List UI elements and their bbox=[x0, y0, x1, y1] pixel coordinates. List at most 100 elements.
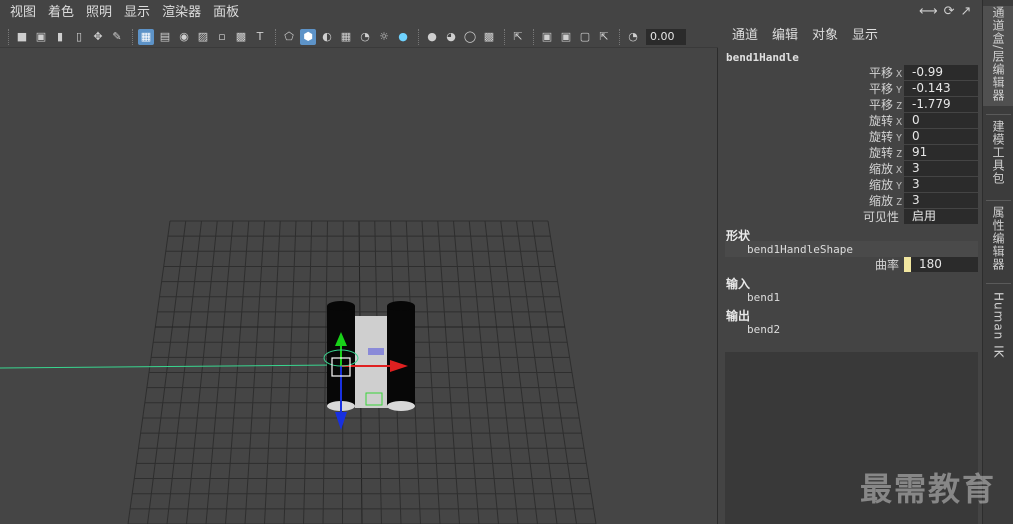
attr-value-field[interactable]: 0 bbox=[904, 129, 978, 144]
attr-label-text: 平移 bbox=[868, 98, 893, 112]
attr-value-field[interactable]: -0.143 bbox=[904, 81, 978, 96]
viewport-panel[interactable]: 视图 着色 照明 显示 渲染器 面板 ■ ▣ ▮ ▯ ✥ ✎ ▦ ▤ ◉ ▨ ▫… bbox=[0, 0, 718, 524]
attr-axis-letter: X bbox=[895, 117, 902, 128]
attr-row[interactable]: 旋转 Y 0 bbox=[719, 129, 982, 145]
menu-renderer[interactable]: 渲染器 bbox=[156, 0, 207, 26]
attr-value-field[interactable]: -0.99 bbox=[904, 65, 978, 80]
field-chart-icon[interactable]: ▫ bbox=[214, 29, 230, 45]
attr-row[interactable]: 缩放 Z 3 bbox=[719, 193, 982, 209]
attr-axis-letter: Z bbox=[895, 197, 902, 208]
shape-node-name[interactable]: bend1HandleShape bbox=[747, 243, 853, 256]
attr-value-field[interactable]: 启用 bbox=[904, 209, 978, 224]
grease-pencil-icon[interactable]: ✎ bbox=[109, 29, 125, 45]
image-plane-icon[interactable]: ▯ bbox=[71, 29, 87, 45]
attr-row[interactable]: 平移 X -0.99 bbox=[719, 65, 982, 81]
resolution-gate-icon[interactable]: ◉ bbox=[176, 29, 192, 45]
selected-node-name[interactable]: bend1Handle bbox=[726, 51, 799, 64]
tab-separator bbox=[986, 114, 1011, 115]
backface-icon[interactable]: ▢ bbox=[577, 29, 593, 45]
expand-icon[interactable]: ↗ bbox=[961, 4, 972, 19]
exposure-icon[interactable]: ⇱ bbox=[596, 29, 612, 45]
xray-active-icon[interactable]: ▣ bbox=[539, 29, 555, 45]
attr-value-field[interactable]: 91 bbox=[904, 145, 978, 160]
gamma-icon[interactable]: ◔ bbox=[625, 29, 641, 45]
attr-value-field[interactable]: -1.779 bbox=[904, 97, 978, 112]
attr-row-curvature[interactable]: 曲率 180 bbox=[719, 257, 982, 273]
menu-display[interactable]: 显示 bbox=[845, 26, 885, 46]
toolbar-separator bbox=[619, 28, 621, 45]
toolbar-separator bbox=[533, 28, 535, 45]
bookmark-icon[interactable]: ▮ bbox=[52, 29, 68, 45]
menu-edit[interactable]: 编辑 bbox=[765, 26, 805, 46]
mesh-right-cylinder bbox=[387, 306, 415, 406]
attr-row[interactable]: 平移 Y -0.143 bbox=[719, 81, 982, 97]
attr-row[interactable]: 平移 Z -1.779 bbox=[719, 97, 982, 113]
camera-icon[interactable]: ■ bbox=[14, 29, 30, 45]
2d-pan-icon[interactable]: ✥ bbox=[90, 29, 106, 45]
outputs-header: 输出 bbox=[726, 309, 751, 323]
anti-alias-icon[interactable]: ◕ bbox=[443, 29, 459, 45]
menu-panels[interactable]: 面板 bbox=[207, 0, 245, 26]
inputs-header: 输入 bbox=[726, 277, 751, 291]
attr-row[interactable]: 旋转 X 0 bbox=[719, 113, 982, 129]
safe-title-icon[interactable]: T bbox=[252, 29, 268, 45]
xray-icon[interactable]: ⇱ bbox=[510, 29, 526, 45]
shadows-icon[interactable]: ☼ bbox=[376, 29, 392, 45]
attr-axis-letter: X bbox=[895, 165, 902, 176]
attr-label-text: 旋转 bbox=[868, 130, 893, 144]
menu-object[interactable]: 对象 bbox=[805, 26, 845, 46]
input-node-name[interactable]: bend1 bbox=[747, 291, 780, 304]
default-material-icon[interactable]: ◐ bbox=[319, 29, 335, 45]
attr-value-field[interactable]: 3 bbox=[904, 177, 978, 192]
manip-z-arrow[interactable] bbox=[335, 412, 347, 430]
screen-space-ao-icon[interactable]: ● bbox=[395, 29, 411, 45]
exposure-value-field[interactable] bbox=[646, 28, 686, 45]
menu-show[interactable]: 显示 bbox=[118, 0, 156, 26]
xray-joints-icon[interactable]: ▣ bbox=[558, 29, 574, 45]
refresh-icon[interactable]: ⟳ bbox=[944, 4, 955, 19]
textured-icon[interactable]: ▦ bbox=[338, 29, 354, 45]
wireframe-icon[interactable]: ⬠ bbox=[281, 29, 297, 45]
mesh-right-cap bbox=[387, 301, 415, 311]
attr-axis-letter: Y bbox=[895, 181, 902, 192]
attr-axis-letter: Z bbox=[895, 101, 902, 112]
attr-label-text: 可见性 bbox=[862, 210, 899, 224]
film-gate-icon[interactable]: ▤ bbox=[157, 29, 173, 45]
gate-mask-icon[interactable]: ▨ bbox=[195, 29, 211, 45]
transform-axis-icon[interactable]: ⟷ bbox=[919, 4, 938, 19]
camera-attributes-icon[interactable]: ▣ bbox=[33, 29, 49, 45]
motion-blur-icon[interactable]: ● bbox=[424, 29, 440, 45]
attr-value-field[interactable]: 0 bbox=[904, 113, 978, 128]
menu-channels[interactable]: 通道 bbox=[725, 26, 765, 46]
mesh-left-cap bbox=[327, 301, 355, 311]
menu-shading[interactable]: 着色 bbox=[42, 0, 80, 26]
attr-row[interactable]: 缩放 X 3 bbox=[719, 161, 982, 177]
tab-modeling-toolkit[interactable]: 建模工具包 bbox=[983, 120, 1013, 190]
output-node-name[interactable]: bend2 bbox=[747, 323, 780, 336]
depth-of-field-icon[interactable]: ◯ bbox=[462, 29, 478, 45]
attr-axis-letter: Y bbox=[895, 133, 902, 144]
attr-value-curvature[interactable]: 180 bbox=[911, 257, 978, 272]
channel-box-panel: ⟷ ⟳ ↗ 通道 编辑 对象 显示 bend1Handle 形状 bend1Ha… bbox=[719, 0, 982, 524]
tab-channel-box[interactable]: 通道盒/层编辑器 bbox=[983, 6, 1013, 106]
attr-value-field[interactable]: 3 bbox=[904, 193, 978, 208]
viewport-scene[interactable] bbox=[0, 48, 718, 524]
attr-label-text: 旋转 bbox=[868, 114, 893, 128]
menu-lighting[interactable]: 照明 bbox=[80, 0, 118, 26]
toolbar-separator bbox=[132, 28, 134, 45]
attr-axis-letter: X bbox=[895, 69, 902, 80]
lights-icon[interactable]: ◔ bbox=[357, 29, 373, 45]
smooth-shade-icon[interactable]: ⬢ bbox=[300, 28, 316, 45]
attr-row[interactable]: 缩放 Y 3 bbox=[719, 177, 982, 193]
toolbar-separator bbox=[418, 28, 420, 45]
attr-label-text: 平移 bbox=[868, 82, 893, 96]
tab-attribute-editor[interactable]: 属性编辑器 bbox=[983, 206, 1013, 276]
attr-row[interactable]: 可见性 启用 bbox=[719, 209, 982, 225]
safe-action-icon[interactable]: ▩ bbox=[233, 29, 249, 45]
grid-icon[interactable]: ▦ bbox=[138, 28, 154, 45]
isolate-select-icon[interactable]: ▩ bbox=[481, 29, 497, 45]
tab-human-ik[interactable]: Human IK bbox=[983, 292, 1013, 362]
menu-view[interactable]: 视图 bbox=[4, 0, 42, 26]
attr-value-field[interactable]: 3 bbox=[904, 161, 978, 176]
attr-row[interactable]: 旋转 Z 91 bbox=[719, 145, 982, 161]
